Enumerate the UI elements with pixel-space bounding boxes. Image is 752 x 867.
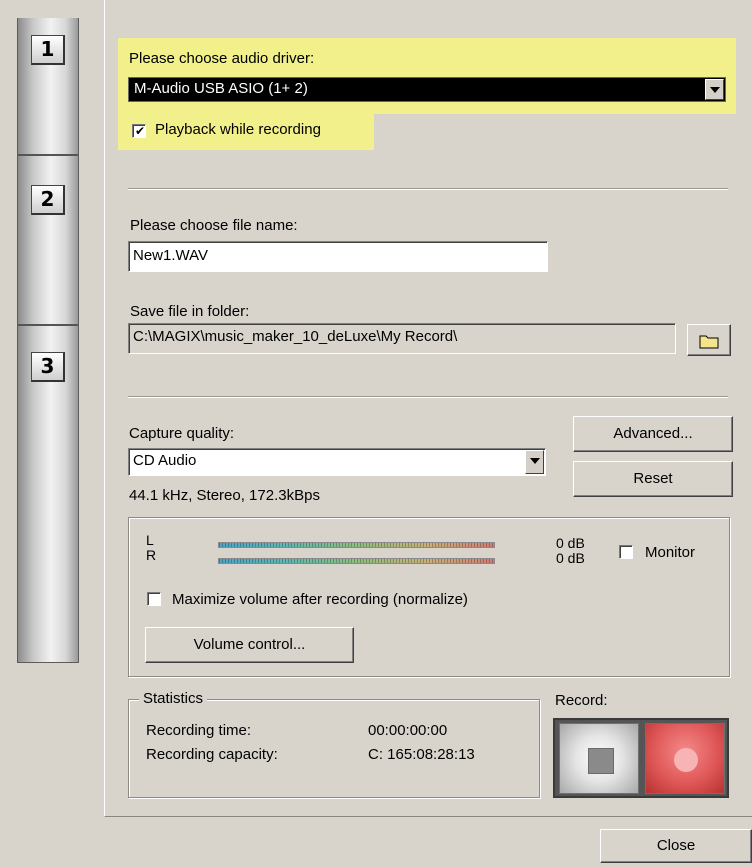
monitor-label: Monitor [645,544,696,561]
quality-info: 44.1 kHz, Stereo, 172.3kBps [129,487,320,504]
advanced-button[interactable]: Advanced... [573,416,733,452]
right-channel-label: R [146,547,157,563]
stop-icon [588,748,614,774]
capture-quality-select[interactable]: CD Audio [128,448,546,476]
chevron-down-icon[interactable] [525,450,544,474]
recording-capacity-value: C: 165:08:28:13 [368,746,475,763]
recording-capacity-label: Recording capacity: [146,746,278,763]
filename-label: Please choose file name: [130,217,298,234]
step-3-button[interactable]: 3 [31,352,65,382]
playback-checkbox[interactable]: ✔ [132,124,146,138]
stop-button[interactable] [559,723,639,794]
folder-icon [699,335,719,349]
playback-label: Playback while recording [155,121,321,138]
monitor-checkbox[interactable] [619,545,633,559]
left-channel-label: L [146,532,154,548]
step-bar: 1 2 3 [17,18,79,663]
right-level-meter [218,558,495,564]
capture-quality-value: CD Audio [133,452,197,469]
record-label: Record: [555,692,608,709]
checkmark-icon: ✔ [135,124,146,138]
record-controls [553,718,729,798]
volume-control-button[interactable]: Volume control... [145,627,354,663]
record-icon [674,748,698,772]
right-db-value: 0 dB [556,550,585,566]
recording-time-label: Recording time: [146,722,252,739]
audio-driver-dropdown[interactable]: M-Audio USB ASIO (1+ 2) [128,77,726,102]
chevron-down-icon[interactable] [705,79,724,100]
browse-folder-button[interactable] [687,324,731,356]
normalize-checkbox[interactable] [147,592,161,606]
record-button[interactable] [645,723,725,794]
divider [128,188,728,190]
step-2-button[interactable]: 2 [31,185,65,215]
step-separator [18,154,78,156]
audio-driver-value: M-Audio USB ASIO (1+ 2) [134,80,308,97]
close-button[interactable]: Close [600,829,752,863]
statistics-title: Statistics [139,690,208,707]
folder-label: Save file in folder: [130,303,250,320]
left-level-meter [218,542,495,548]
normalize-label: Maximize volume after recording (normali… [172,591,468,608]
step-1-button[interactable]: 1 [31,35,65,65]
filename-input[interactable]: New1.WAV [128,241,548,272]
reset-button[interactable]: Reset [573,461,733,497]
step-separator [18,324,78,326]
left-db-value: 0 dB [556,535,585,551]
folder-path-field[interactable]: C:\MAGIX\music_maker_10_deLuxe\My Record… [128,323,676,354]
recording-time-value: 00:00:00:00 [368,722,448,739]
driver-label: Please choose audio driver: [129,50,315,67]
divider [128,396,728,398]
capture-quality-label: Capture quality: [129,425,235,442]
